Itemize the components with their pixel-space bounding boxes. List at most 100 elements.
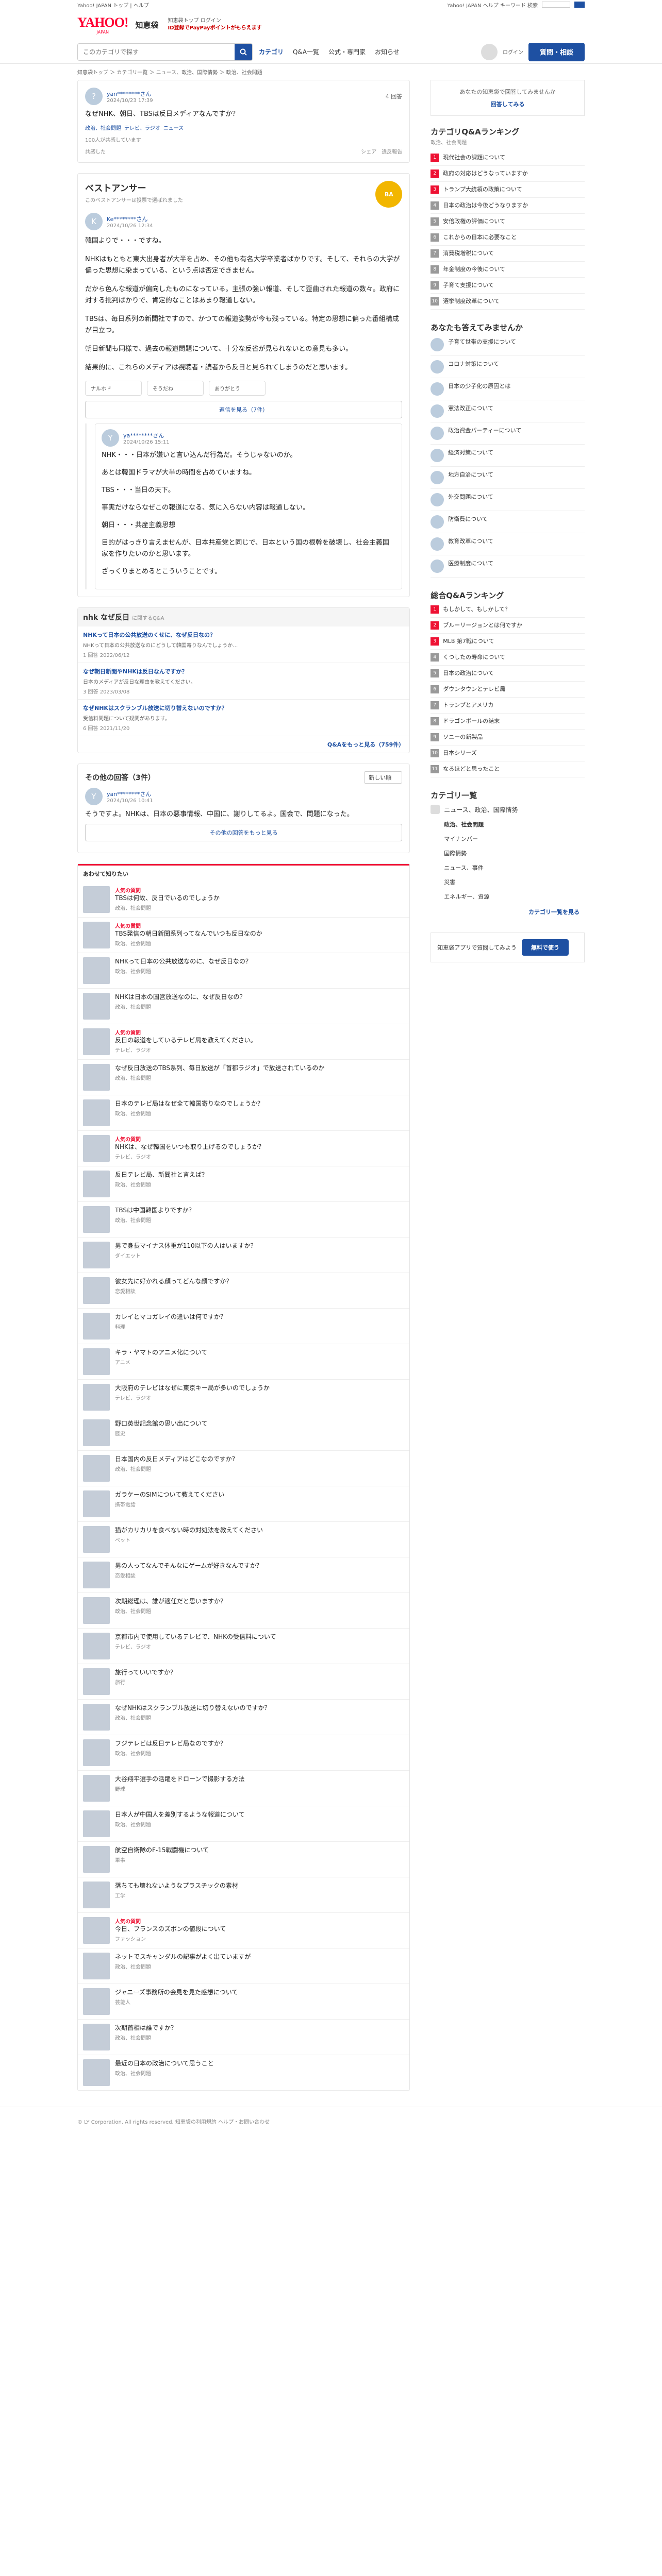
see-also-item[interactable]: 人気の質問 TBS発信の朝日新聞系列ってなんでいつも反日なのか 政治、社会問題 xyxy=(78,918,410,953)
see-also-item[interactable]: 彼女先に好かれる顔ってどんな顔ですか？ 恋愛相談 xyxy=(78,1273,410,1309)
overall-item[interactable]: 6 ダウンタウンとテレビ局 xyxy=(431,682,585,698)
ranking-item[interactable]: 5 安倍政権の評価について xyxy=(431,214,585,230)
ranking-item[interactable]: 3 トランプ大統領の政策について xyxy=(431,182,585,198)
more-answers-button[interactable]: その他の回答をもっと見る xyxy=(85,824,403,841)
see-also-item[interactable]: フジテレビは反日テレビ局なのですか？ 政治、社会問題 xyxy=(78,1735,410,1771)
ranking-item[interactable]: 9 子育て支援について xyxy=(431,278,585,294)
service-name[interactable]: 知恵袋 xyxy=(136,20,159,30)
see-also-item[interactable]: 京都市内で使用しているテレビで、NHKの受信料について テレビ、ラジオ xyxy=(78,1629,410,1664)
see-also-item[interactable]: なぜNHKはスクランブル放送に切り替えないのですか？ 政治、社会問題 xyxy=(78,1700,410,1735)
category-item[interactable]: エネルギー、資源 xyxy=(431,889,585,904)
want-item[interactable]: 地方自治について xyxy=(431,467,585,489)
want-item[interactable]: 経済対策について xyxy=(431,445,585,467)
see-also-item[interactable]: NHKは日本の国営放送なのに、なぜ反日なの？ 政治、社会問題 xyxy=(78,989,410,1024)
question-user[interactable]: yan********さん xyxy=(107,90,153,98)
ranking-item[interactable]: 1 現代社会の課題について xyxy=(431,150,585,166)
ranking-item[interactable]: 8 年金制度の今後について xyxy=(431,262,585,278)
overall-item[interactable]: 10 日本シリーズ xyxy=(431,745,585,761)
see-also-item[interactable]: 野口英世記念館の思い出について 歴史 xyxy=(78,1415,410,1451)
question-avatar[interactable]: ? xyxy=(85,88,103,105)
share-button[interactable]: シェア xyxy=(361,147,376,155)
overall-item[interactable]: 9 ソニーの新製品 xyxy=(431,730,585,745)
reaction-soudane[interactable]: そうだね xyxy=(147,381,204,396)
yahoo-logo[interactable]: YAHOO! JAPAN xyxy=(77,15,128,35)
related-more-link[interactable]: Q&Aをもっと見る（759件） xyxy=(78,736,409,753)
ranking-item[interactable]: 4 日本の政治は今後どうなりますか xyxy=(431,198,585,214)
related-item[interactable]: なぜ朝日新聞やNHKは反日なんですか？ 日本のメディアが反日な理由を教えてください… xyxy=(78,663,410,700)
want-item[interactable]: 外交問題について xyxy=(431,489,585,511)
tag[interactable]: 政治、社会問題 xyxy=(85,124,121,131)
see-also-item[interactable]: 男の人ってなんでそんなにゲームが好きなんですか？ 恋愛相談 xyxy=(78,1557,410,1593)
category-item[interactable]: マイナンバー xyxy=(431,832,585,846)
see-also-item[interactable]: TBSは中国韓国よりですか？ 政治、社会問題 xyxy=(78,1202,410,1238)
nav-official[interactable]: 公式・専門家 xyxy=(328,47,366,56)
see-also-item[interactable]: 旅行っていいですか？ 旅行 xyxy=(78,1664,410,1700)
app-button[interactable]: 無料で使う xyxy=(521,939,569,956)
see-also-item[interactable]: 航空自衛隊のF-15戦闘機について 軍事 xyxy=(78,1842,410,1877)
overall-item[interactable]: 11 なるほどと思ったこと xyxy=(431,761,585,777)
see-also-item[interactable]: 人気の質問 反日の報道をしているテレビ局を教えてください。 テレビ、ラジオ xyxy=(78,1024,410,1060)
nav-category[interactable]: カテゴリ xyxy=(259,47,284,56)
breadcrumb[interactable]: 知恵袋トップ ＞ カテゴリ一覧 ＞ ニュース、政治、国際情勢 ＞ 政治、社会問題 xyxy=(0,64,662,80)
sort-select[interactable]: 新しい順 xyxy=(364,771,403,784)
overall-item[interactable]: 2 ブルーリージョンとは何ですか xyxy=(431,618,585,634)
see-also-item[interactable]: ネットでスキャンダルの記事がよく出ていますが 政治、社会問題 xyxy=(78,1948,410,1984)
category-item[interactable]: ニュース、事件 xyxy=(431,860,585,875)
reply-avatar[interactable]: Y xyxy=(102,429,119,447)
see-also-item[interactable]: 日本人が中国人を差別するような報道について 政治、社会問題 xyxy=(78,1806,410,1842)
see-also-item[interactable]: 次期総理は、誰が適任だと思いますか？ 政治、社会問題 xyxy=(78,1593,410,1629)
want-item[interactable]: 子育て世帯の支援について xyxy=(431,334,585,356)
see-also-item[interactable]: 猫がカリカリを食べない時の対処法を教えてください ペット xyxy=(78,1522,410,1557)
see-also-item[interactable]: NHKって日本の公共放送なのに、なぜ反日なの？ 政治、社会問題 xyxy=(78,953,410,989)
ranking-item[interactable]: 6 これからの日本に必要なこと xyxy=(431,230,585,246)
reaction-arigatou[interactable]: ありがとう xyxy=(209,381,266,396)
see-also-item[interactable]: なぜ反日放送のTBS系列、毎日放送が「首都ラジオ」で放送されているのか 政治、社会… xyxy=(78,1060,410,1095)
other-answer-user[interactable]: yan********さん xyxy=(107,790,153,798)
answer-count[interactable]: 4 回答 xyxy=(386,92,403,100)
nav-notice[interactable]: お知らせ xyxy=(375,47,400,56)
see-also-item[interactable]: 日本国内の反日メディアはどこなのですか？ 政治、社会問題 xyxy=(78,1451,410,1486)
overall-item[interactable]: 7 トランプとアメリカ xyxy=(431,698,585,714)
see-also-item[interactable]: 男で身長マイナス体重が110以下の人はいますか？ ダイエット xyxy=(78,1238,410,1273)
ranking-item[interactable]: 7 消費税増税について xyxy=(431,246,585,262)
want-item[interactable]: 日本の少子化の原因とは xyxy=(431,378,585,400)
login-link[interactable]: ログイン xyxy=(503,48,523,56)
ranking-item[interactable]: 2 政府の対応はどうなっていますか xyxy=(431,166,585,182)
ranking-item[interactable]: 10 選挙制度改革について xyxy=(431,294,585,310)
want-item[interactable]: 憲法改正について xyxy=(431,400,585,422)
answer-promo-button[interactable]: 回答してみる xyxy=(438,100,577,108)
show-replies-button[interactable]: 返信を見る（7件） xyxy=(85,401,403,418)
see-also-item[interactable]: 最近の日本の政治について思うこと 政治、社会問題 xyxy=(78,2055,410,2091)
want-item[interactable]: 医療制度について xyxy=(431,555,585,578)
see-also-item[interactable]: 反日テレビ局、新聞社と言えば？ 政治、社会問題 xyxy=(78,1166,410,1202)
answer-avatar[interactable]: K xyxy=(85,213,103,230)
other-answer-avatar[interactable]: Y xyxy=(85,788,103,805)
see-also-item[interactable]: 日本のテレビ局はなぜ全て韓国寄りなのでしょうか？ 政治、社会問題 xyxy=(78,1095,410,1131)
related-item[interactable]: なぜNHKはスクランブル放送に切り替えないのですか？ 受信料問題について疑問があり… xyxy=(78,700,410,736)
tag[interactable]: ニュース xyxy=(163,124,184,131)
search-button[interactable] xyxy=(235,43,252,60)
category-more-link[interactable]: カテゴリ一覧を見る xyxy=(431,904,585,920)
want-item[interactable]: 教育改革について xyxy=(431,533,585,555)
see-also-item[interactable]: 人気の質問 TBSは何故、反日でいるのでしょうか 政治、社会問題 xyxy=(78,882,410,918)
yahoo-search-button[interactable] xyxy=(574,2,585,8)
yahoo-search-input[interactable] xyxy=(542,2,570,8)
see-also-item[interactable]: 人気の質問 NHKは、なぜ韓国をいつも取り上げるのでしょうか？ テレビ、ラジオ xyxy=(78,1131,410,1166)
see-also-item[interactable]: 大谷翔平選手の活躍をドローンで撮影する方法 野球 xyxy=(78,1771,410,1806)
see-also-item[interactable]: キラ・ヤマトのアニメ化について アニメ xyxy=(78,1344,410,1380)
see-also-item[interactable]: 落ちても壊れないようなプラスチックの素材 工学 xyxy=(78,1877,410,1913)
answer-user[interactable]: Ke********さん xyxy=(107,215,153,223)
related-item[interactable]: NHKって日本の公共放送のくせに、なぜ反日なの？ NHKって日本の公共放送なのにど… xyxy=(78,626,410,663)
category-item[interactable]: 災害 xyxy=(431,875,585,889)
see-also-item[interactable]: 大阪府のテレビはなぜに東京キー局が多いのでしょうか テレビ、ラジオ xyxy=(78,1380,410,1415)
top-bar-right[interactable]: Yahoo! JAPAN ヘルプ キーワード 検索 xyxy=(448,1,538,9)
see-also-item[interactable]: 次期首相は誰ですか？ 政治、社会問題 xyxy=(78,2020,410,2055)
avatar[interactable] xyxy=(481,43,498,60)
report-button[interactable]: 違反報告 xyxy=(382,147,402,155)
overall-item[interactable]: 3 MLB 第7戦について xyxy=(431,634,585,650)
search-input[interactable] xyxy=(78,43,235,60)
overall-item[interactable]: 1 もしかして、もしかして？ xyxy=(431,602,585,618)
category-item[interactable]: ニュース、政治、国際情勢 xyxy=(431,802,585,817)
category-item[interactable]: 政治、社会問題 xyxy=(431,817,585,832)
category-item[interactable]: 国際情勢 xyxy=(431,846,585,860)
